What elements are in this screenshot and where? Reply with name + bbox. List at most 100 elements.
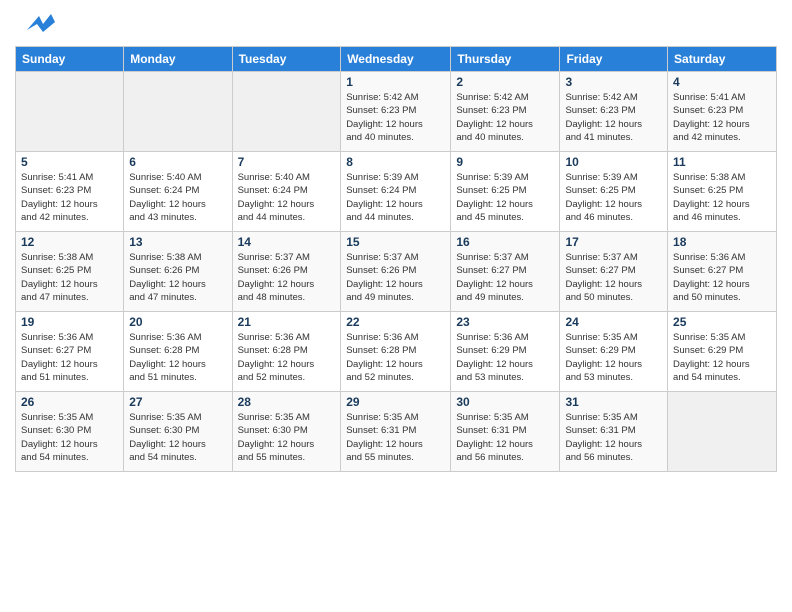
day-number: 22 (346, 315, 445, 329)
day-number: 21 (238, 315, 336, 329)
logo-bird-icon (17, 10, 55, 38)
calendar-cell: 30 Sunrise: 5:35 AM Sunset: 6:31 PM Dayli… (451, 392, 560, 472)
day-number: 30 (456, 395, 554, 409)
calendar-cell: 18 Sunrise: 5:36 AM Sunset: 6:27 PM Dayli… (668, 232, 777, 312)
day-info: Sunrise: 5:36 AM Sunset: 6:27 PM Dayligh… (21, 331, 118, 384)
calendar-cell: 19Sunrise: 5:36 AM Sunset: 6:27 PM Dayli… (16, 312, 124, 392)
day-number: 17 (565, 235, 662, 249)
day-number: 16 (456, 235, 554, 249)
calendar-cell: 8 Sunrise: 5:39 AM Sunset: 6:24 PM Daylig… (341, 152, 451, 232)
day-number: 20 (129, 315, 226, 329)
day-info: Sunrise: 5:38 AM Sunset: 6:26 PM Dayligh… (129, 251, 226, 304)
calendar-cell (668, 392, 777, 472)
day-info: Sunrise: 5:40 AM Sunset: 6:24 PM Dayligh… (238, 171, 336, 224)
day-info: Sunrise: 5:36 AM Sunset: 6:27 PM Dayligh… (673, 251, 771, 304)
calendar-cell: 5 Sunrise: 5:41 AM Sunset: 6:23 PM Daylig… (16, 152, 124, 232)
day-info: Sunrise: 5:38 AM Sunset: 6:25 PM Dayligh… (673, 171, 771, 224)
day-info: Sunrise: 5:36 AM Sunset: 6:29 PM Dayligh… (456, 331, 554, 384)
day-info: Sunrise: 5:35 AM Sunset: 6:30 PM Dayligh… (21, 411, 118, 464)
day-number: 15 (346, 235, 445, 249)
calendar-cell: 14Sunrise: 5:37 AM Sunset: 6:26 PM Dayli… (232, 232, 341, 312)
day-number: 29 (346, 395, 445, 409)
calendar-cell: 28 Sunrise: 5:35 AM Sunset: 6:30 PM Dayli… (232, 392, 341, 472)
calendar-cell: 24 Sunrise: 5:35 AM Sunset: 6:29 PM Dayli… (560, 312, 668, 392)
day-number: 5 (21, 155, 118, 169)
day-info: Sunrise: 5:39 AM Sunset: 6:25 PM Dayligh… (565, 171, 662, 224)
calendar-header-thursday: Thursday (451, 47, 560, 72)
day-number: 26 (21, 395, 118, 409)
day-info: Sunrise: 5:39 AM Sunset: 6:25 PM Dayligh… (456, 171, 554, 224)
day-number: 12 (21, 235, 118, 249)
day-info: Sunrise: 5:38 AM Sunset: 6:25 PM Dayligh… (21, 251, 118, 304)
calendar-cell: 31Sunrise: 5:35 AM Sunset: 6:31 PM Dayli… (560, 392, 668, 472)
calendar-cell: 23 Sunrise: 5:36 AM Sunset: 6:29 PM Dayli… (451, 312, 560, 392)
day-number: 13 (129, 235, 226, 249)
calendar-cell: 1Sunrise: 5:42 AM Sunset: 6:23 PM Daylig… (341, 72, 451, 152)
day-info: Sunrise: 5:35 AM Sunset: 6:30 PM Dayligh… (238, 411, 336, 464)
day-number: 18 (673, 235, 771, 249)
calendar-cell: 2 Sunrise: 5:42 AM Sunset: 6:23 PM Daylig… (451, 72, 560, 152)
calendar-cell: 29Sunrise: 5:35 AM Sunset: 6:31 PM Dayli… (341, 392, 451, 472)
day-info: Sunrise: 5:42 AM Sunset: 6:23 PM Dayligh… (565, 91, 662, 144)
calendar-cell: 22 Sunrise: 5:36 AM Sunset: 6:28 PM Dayli… (341, 312, 451, 392)
day-number: 9 (456, 155, 554, 169)
day-number: 28 (238, 395, 336, 409)
day-number: 25 (673, 315, 771, 329)
day-info: Sunrise: 5:35 AM Sunset: 6:29 PM Dayligh… (565, 331, 662, 384)
calendar-cell: 20Sunrise: 5:36 AM Sunset: 6:28 PM Dayli… (124, 312, 232, 392)
calendar-cell: 15 Sunrise: 5:37 AM Sunset: 6:26 PM Dayli… (341, 232, 451, 312)
day-number: 8 (346, 155, 445, 169)
calendar-header-tuesday: Tuesday (232, 47, 341, 72)
day-info: Sunrise: 5:42 AM Sunset: 6:23 PM Dayligh… (346, 91, 445, 144)
day-info: Sunrise: 5:37 AM Sunset: 6:26 PM Dayligh… (238, 251, 336, 304)
day-number: 7 (238, 155, 336, 169)
day-number: 6 (129, 155, 226, 169)
day-number: 24 (565, 315, 662, 329)
logo (15, 10, 57, 38)
calendar-header-wednesday: Wednesday (341, 47, 451, 72)
logo-block (15, 10, 57, 38)
day-info: Sunrise: 5:36 AM Sunset: 6:28 PM Dayligh… (346, 331, 445, 384)
calendar-cell: 17 Sunrise: 5:37 AM Sunset: 6:27 PM Dayli… (560, 232, 668, 312)
calendar-week-row: 26 Sunrise: 5:35 AM Sunset: 6:30 PM Dayli… (16, 392, 777, 472)
day-info: Sunrise: 5:35 AM Sunset: 6:30 PM Dayligh… (129, 411, 226, 464)
header (15, 10, 777, 38)
calendar-cell: 11Sunrise: 5:38 AM Sunset: 6:25 PM Dayli… (668, 152, 777, 232)
day-info: Sunrise: 5:37 AM Sunset: 6:26 PM Dayligh… (346, 251, 445, 304)
day-info: Sunrise: 5:36 AM Sunset: 6:28 PM Dayligh… (238, 331, 336, 384)
day-number: 23 (456, 315, 554, 329)
calendar-cell: 13 Sunrise: 5:38 AM Sunset: 6:26 PM Dayli… (124, 232, 232, 312)
day-info: Sunrise: 5:39 AM Sunset: 6:24 PM Dayligh… (346, 171, 445, 224)
calendar-cell (16, 72, 124, 152)
day-info: Sunrise: 5:41 AM Sunset: 6:23 PM Dayligh… (21, 171, 118, 224)
day-info: Sunrise: 5:35 AM Sunset: 6:31 PM Dayligh… (456, 411, 554, 464)
day-info: Sunrise: 5:42 AM Sunset: 6:23 PM Dayligh… (456, 91, 554, 144)
calendar-cell: 6 Sunrise: 5:40 AM Sunset: 6:24 PM Daylig… (124, 152, 232, 232)
day-info: Sunrise: 5:37 AM Sunset: 6:27 PM Dayligh… (565, 251, 662, 304)
day-info: Sunrise: 5:35 AM Sunset: 6:29 PM Dayligh… (673, 331, 771, 384)
page: SundayMondayTuesdayWednesdayThursdayFrid… (0, 0, 792, 482)
calendar-week-row: 19Sunrise: 5:36 AM Sunset: 6:27 PM Dayli… (16, 312, 777, 392)
day-number: 27 (129, 395, 226, 409)
calendar-cell: 3Sunrise: 5:42 AM Sunset: 6:23 PM Daylig… (560, 72, 668, 152)
day-info: Sunrise: 5:35 AM Sunset: 6:31 PM Dayligh… (565, 411, 662, 464)
day-number: 4 (673, 75, 771, 89)
calendar-cell: 26 Sunrise: 5:35 AM Sunset: 6:30 PM Dayli… (16, 392, 124, 472)
calendar-cell (124, 72, 232, 152)
day-number: 2 (456, 75, 554, 89)
calendar-cell: 21 Sunrise: 5:36 AM Sunset: 6:28 PM Dayli… (232, 312, 341, 392)
day-info: Sunrise: 5:40 AM Sunset: 6:24 PM Dayligh… (129, 171, 226, 224)
calendar-week-row: 12 Sunrise: 5:38 AM Sunset: 6:25 PM Dayli… (16, 232, 777, 312)
calendar-header-friday: Friday (560, 47, 668, 72)
calendar-cell: 10Sunrise: 5:39 AM Sunset: 6:25 PM Dayli… (560, 152, 668, 232)
day-info: Sunrise: 5:37 AM Sunset: 6:27 PM Dayligh… (456, 251, 554, 304)
calendar-cell: 12 Sunrise: 5:38 AM Sunset: 6:25 PM Dayli… (16, 232, 124, 312)
day-info: Sunrise: 5:41 AM Sunset: 6:23 PM Dayligh… (673, 91, 771, 144)
calendar-header-saturday: Saturday (668, 47, 777, 72)
calendar-header-sunday: Sunday (16, 47, 124, 72)
calendar-table: SundayMondayTuesdayWednesdayThursdayFrid… (15, 46, 777, 472)
calendar-header-monday: Monday (124, 47, 232, 72)
calendar-cell: 16 Sunrise: 5:37 AM Sunset: 6:27 PM Dayli… (451, 232, 560, 312)
calendar-cell: 9 Sunrise: 5:39 AM Sunset: 6:25 PM Daylig… (451, 152, 560, 232)
calendar-cell: 25 Sunrise: 5:35 AM Sunset: 6:29 PM Dayli… (668, 312, 777, 392)
